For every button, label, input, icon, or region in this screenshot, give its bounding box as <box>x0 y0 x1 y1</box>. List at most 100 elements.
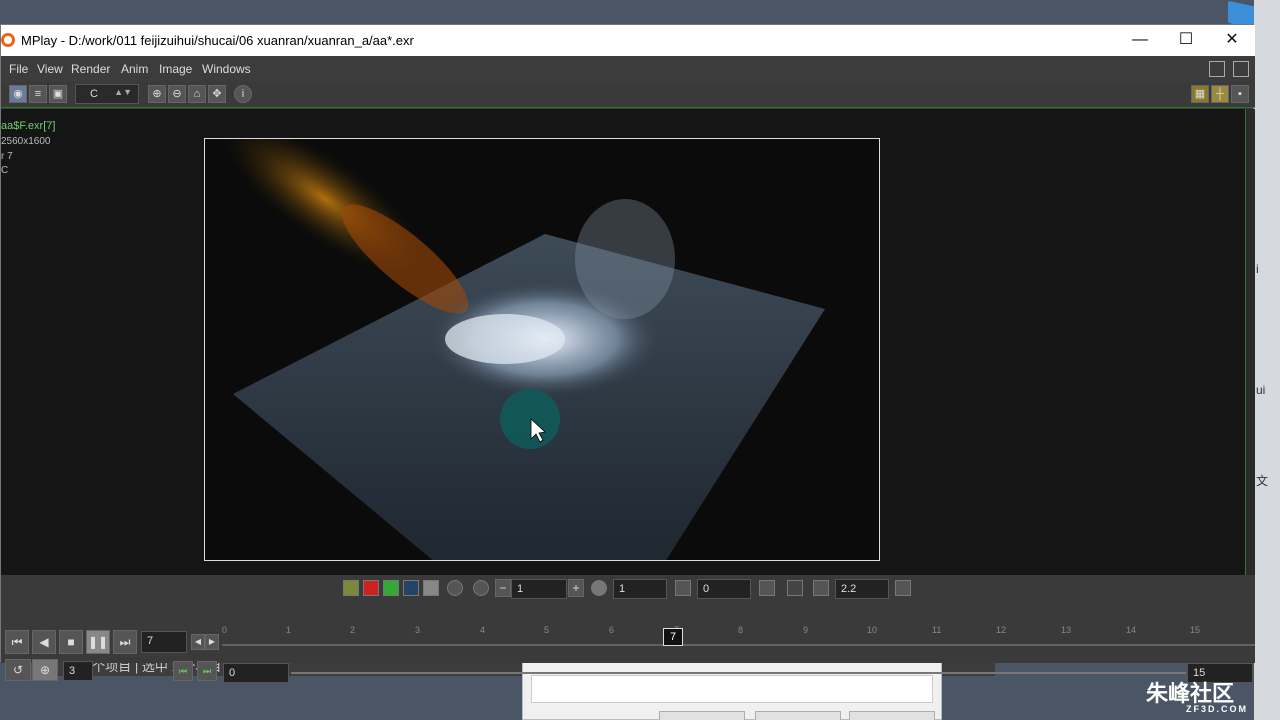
close-button[interactable]: ✕ <box>1209 25 1255 56</box>
menu-bar: File View Render Anim Image Windows <box>1 56 1255 82</box>
tick-10: 10 <box>867 625 878 635</box>
pane-options-icon[interactable] <box>1233 61 1249 77</box>
realtime-icon[interactable]: ⊕ <box>32 659 58 681</box>
background-char-1: i <box>1256 262 1259 276</box>
gamma-icon[interactable] <box>675 580 691 596</box>
background-char-2: ui <box>1256 383 1266 397</box>
spray-shape <box>575 199 675 319</box>
gamma-curve-icon[interactable] <box>813 580 829 596</box>
resolution-label: 2560x1600 <box>1 136 51 147</box>
gamma-field[interactable]: 0 <box>697 579 751 599</box>
mplay-window: MPlay - D:/work/011 feijizuihui/shucai/0… <box>0 24 1255 683</box>
channel-select[interactable]: C ▲▼ <box>75 84 139 104</box>
tick-14: 14 <box>1126 625 1137 635</box>
snapshot-icon[interactable]: ▪ <box>1231 85 1249 103</box>
menu-view[interactable]: View <box>37 62 63 76</box>
menu-file[interactable]: File <box>9 62 28 76</box>
minimize-button[interactable]: — <box>1117 25 1163 56</box>
zoom-in-icon[interactable]: ⊕ <box>148 85 166 103</box>
loop-mode-icon[interactable]: ↺ <box>5 659 31 681</box>
menu-anim[interactable]: Anim <box>121 62 148 76</box>
channel-label: C <box>1 165 9 176</box>
green-channel-icon[interactable] <box>383 580 399 596</box>
tick-4: 4 <box>480 625 486 635</box>
layer-icon[interactable] <box>473 580 489 596</box>
alpha-channel-icon[interactable] <box>423 580 439 596</box>
checker-bg-icon[interactable]: ▦ <box>1191 85 1209 103</box>
guide-icon[interactable]: ┼ <box>1211 85 1229 103</box>
pan-icon[interactable]: ✥ <box>208 85 226 103</box>
maximize-button[interactable]: ☐ <box>1163 25 1209 56</box>
current-frame-marker[interactable]: 7 <box>663 628 683 646</box>
watermark-brand: 朱峰社区 <box>1146 681 1235 706</box>
background-window-edge: i ui 文 <box>1254 0 1280 720</box>
brightness-icon[interactable] <box>447 580 463 596</box>
exposure-icon[interactable] <box>591 580 607 596</box>
tick-3: 3 <box>415 625 421 635</box>
layout-icon[interactable]: ≡ <box>29 85 47 103</box>
image-viewport[interactable]: aa$F.exr[7] 2560x1600 r 7 C <box>1 109 1246 575</box>
houdini-logo-icon <box>1 33 15 47</box>
range-end-button[interactable]: ⏭ <box>197 661 217 681</box>
menu-windows[interactable]: Windows <box>202 62 251 76</box>
rgb-channel-icon[interactable] <box>343 580 359 596</box>
lut-icon[interactable] <box>759 580 775 596</box>
viewport-scrollbar[interactable] <box>1246 109 1255 575</box>
lut-gamma-field[interactable]: 2.2 <box>835 579 889 599</box>
decrement-button[interactable]: − <box>495 579 511 597</box>
last-frame-button[interactable]: ⏭ <box>113 630 137 654</box>
current-frame-field[interactable]: 7 <box>141 631 187 653</box>
chevron-updown-icon: ▲▼ <box>114 87 132 97</box>
step-field[interactable]: 3 <box>63 661 93 681</box>
first-frame-button[interactable]: ⏮ <box>5 630 29 654</box>
maximize-pane-icon[interactable] <box>1209 61 1225 77</box>
tick-1: 1 <box>286 625 292 635</box>
tick-15: 15 <box>1190 625 1201 635</box>
range-start-button[interactable]: ⏮ <box>173 661 193 681</box>
exposure-field[interactable]: 1 <box>613 579 667 599</box>
tick-9: 9 <box>803 625 809 635</box>
watermark-logo: 朱峰社区 ZF3D.COM <box>1146 676 1248 714</box>
watermark-url: ZF3D.COM <box>1186 704 1248 714</box>
lut-dropdown-icon[interactable] <box>787 580 803 596</box>
view-mode-icon[interactable]: ◉ <box>9 85 27 103</box>
layer-field[interactable]: 1 <box>511 579 567 599</box>
display-icon[interactable]: ▣ <box>49 85 67 103</box>
view-toolbar: ◉ ≡ ▣ C ▲▼ ⊕ ⊖ ⌂ ✥ i ▦ ┼ ▪ <box>1 82 1255 108</box>
home-icon[interactable]: ⌂ <box>188 85 206 103</box>
debris-core-shape <box>445 314 565 364</box>
play-reverse-button[interactable]: ◀ <box>32 630 56 654</box>
teal-highlight-shape <box>500 389 560 449</box>
tick-5: 5 <box>544 625 550 635</box>
tick-8: 8 <box>738 625 744 635</box>
background-dialog <box>522 660 942 720</box>
tick-2: 2 <box>350 625 356 635</box>
red-channel-icon[interactable] <box>363 580 379 596</box>
step-forward-button[interactable]: ▶ <box>205 634 219 650</box>
tick-6: 6 <box>609 625 615 635</box>
channel-value: C <box>90 88 98 100</box>
sequence-label: aa$F.exr[7] <box>1 120 56 132</box>
playback-panel: − 1 + 1 0 2.2 ⏮ ◀ ■ ❚❚ ⏭ 7 ◀ ▶ 0 1 2 3 4… <box>1 575 1255 683</box>
display-options-icon[interactable] <box>895 580 911 596</box>
menu-render[interactable]: Render <box>71 62 110 76</box>
title-bar[interactable]: MPlay - D:/work/011 feijizuihui/shucai/0… <box>1 25 1255 56</box>
rendered-image <box>204 138 880 561</box>
tick-12: 12 <box>996 625 1007 635</box>
tick-0: 0 <box>222 625 228 635</box>
range-start-field[interactable]: 0 <box>223 663 289 683</box>
pause-button[interactable]: ❚❚ <box>86 630 110 654</box>
frame-label: r 7 <box>1 151 13 162</box>
zoom-out-icon[interactable]: ⊖ <box>168 85 186 103</box>
stop-button[interactable]: ■ <box>59 630 83 654</box>
tick-13: 13 <box>1061 625 1072 635</box>
increment-button[interactable]: + <box>568 579 584 597</box>
timeline-ruler[interactable]: 0 1 2 3 4 5 6 7 8 9 10 11 12 13 14 15 <box>222 625 1255 655</box>
menu-image[interactable]: Image <box>159 62 192 76</box>
range-slider[interactable] <box>291 672 1186 674</box>
window-title: MPlay - D:/work/011 feijizuihui/shucai/0… <box>21 33 414 48</box>
step-back-button[interactable]: ◀ <box>191 634 205 650</box>
tick-11: 11 <box>932 625 942 635</box>
blue-channel-icon[interactable] <box>403 580 419 596</box>
info-icon[interactable]: i <box>234 85 252 103</box>
